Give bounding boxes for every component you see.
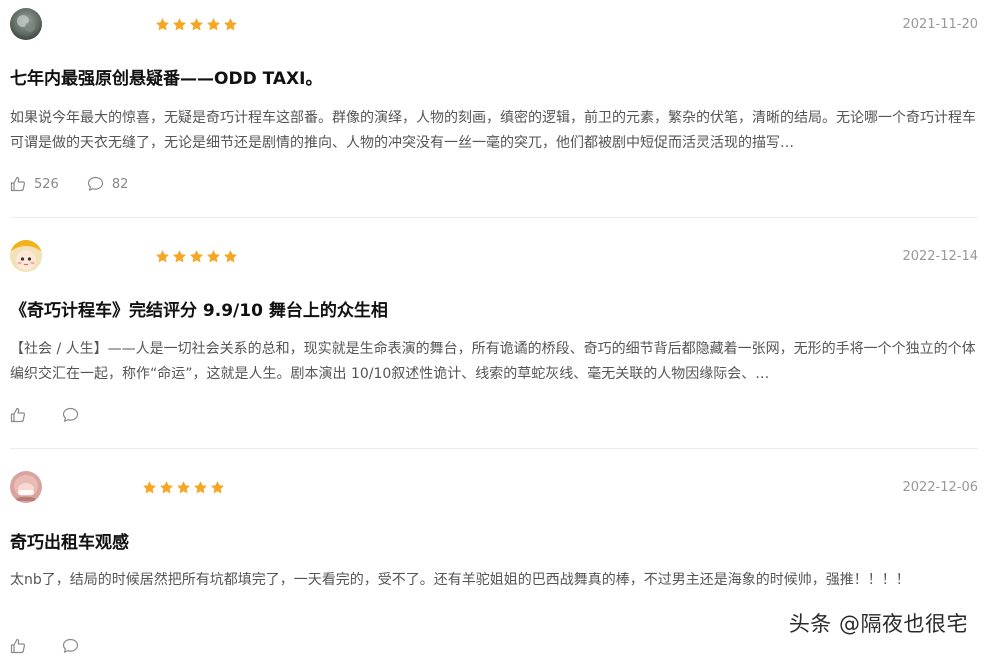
review-date: 2021-11-20 [902, 17, 978, 32]
review-actions [10, 406, 87, 424]
avatar[interactable] [10, 240, 42, 272]
review-list: 2021-11-20 七年内最强原创悬疑番——ODD TAXI。 如果说今年最大… [0, 0, 988, 656]
star-icon [210, 480, 225, 495]
like-button[interactable]: 526 [10, 176, 59, 192]
divider [10, 217, 978, 218]
star-icon [206, 249, 221, 264]
comment-button[interactable] [62, 638, 87, 654]
comment-count: 82 [111, 176, 129, 192]
comment-bubble-icon [62, 407, 79, 423]
thumbs-up-icon [10, 407, 26, 423]
divider [10, 448, 978, 449]
rating-stars [155, 17, 238, 32]
comment-button[interactable] [62, 407, 87, 423]
review-title[interactable]: 奇巧出租车观感 [10, 532, 129, 554]
review-actions: 526 82 [10, 175, 128, 193]
star-icon [189, 17, 204, 32]
star-icon [189, 249, 204, 264]
comment-bubble-icon [87, 176, 104, 192]
star-icon [172, 17, 187, 32]
review-title[interactable]: 《奇巧计程车》完结评分 9.9/10 舞台上的众生相 [10, 300, 388, 322]
thumbs-up-icon [10, 176, 26, 192]
review-date: 2022-12-06 [902, 480, 978, 495]
star-icon [223, 17, 238, 32]
star-icon [206, 17, 221, 32]
rating-stars [155, 249, 238, 264]
review-body[interactable]: 【社会 / 人生】——人是一切社会关系的总和，现实就是生命表演的舞台，所有诡谲的… [10, 337, 978, 387]
like-button[interactable] [10, 407, 34, 423]
avatar[interactable] [10, 8, 42, 40]
review-card: 2022-12-14 《奇巧计程车》完结评分 9.9/10 舞台上的众生相 【社… [10, 240, 978, 430]
rating-stars [142, 480, 225, 495]
star-icon [155, 249, 170, 264]
star-icon [176, 480, 191, 495]
review-body[interactable]: 如果说今年最大的惊喜，无疑是奇巧计程车这部番。群像的演绎，人物的刻画，缜密的逻辑… [10, 106, 978, 156]
avatar[interactable] [10, 471, 42, 503]
like-count: 526 [34, 176, 59, 192]
review-date: 2022-12-14 [902, 249, 978, 264]
star-icon [155, 17, 170, 32]
watermark: 头条 @隔夜也很宅 [788, 612, 968, 636]
thumbs-up-icon [10, 638, 26, 654]
star-icon [142, 480, 157, 495]
review-body[interactable]: 太nb了，结局的时候居然把所有坑都填完了，一天看完的，受不了。还有羊驼姐姐的巴西… [10, 568, 978, 593]
star-icon [172, 249, 187, 264]
star-icon [193, 480, 208, 495]
review-title[interactable]: 七年内最强原创悬疑番——ODD TAXI。 [10, 68, 322, 90]
review-actions [10, 637, 87, 655]
star-icon [159, 480, 174, 495]
comment-bubble-icon [62, 638, 79, 654]
comment-button[interactable]: 82 [87, 176, 129, 192]
review-card: 2021-11-20 七年内最强原创悬疑番——ODD TAXI。 如果说今年最大… [10, 8, 978, 203]
star-icon [223, 249, 238, 264]
like-button[interactable] [10, 638, 34, 654]
